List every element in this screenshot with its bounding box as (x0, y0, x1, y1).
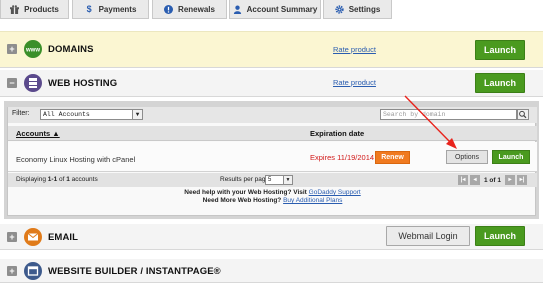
main-tabs: Products $ Payments Renewals Account Sum… (0, 0, 543, 21)
user-icon (233, 5, 242, 14)
rate-product-link-domains[interactable]: Rate product (333, 45, 376, 54)
gear-icon (335, 4, 344, 14)
displaying-count: Displaying 1-1 of 1 accounts (16, 176, 98, 183)
prev-page-icon[interactable]: ◂ (470, 175, 480, 185)
search-button[interactable] (517, 109, 529, 120)
pagination-bar: Displaying 1-1 of 1 accounts Results per… (8, 173, 537, 187)
displaying-prefix: Displaying (16, 176, 48, 183)
filter-select[interactable]: All Accounts ▼ (40, 109, 143, 120)
tab-products[interactable]: Products (0, 0, 69, 19)
page-indicator: 1 of 1 (484, 176, 501, 184)
column-header-expiration: Expiration date (310, 129, 365, 138)
product-row-web-hosting: − WEB HOSTING Rate product Launch (0, 70, 543, 97)
webmail-login-button[interactable]: Webmail Login (386, 226, 470, 246)
filter-bar: Filter: All Accounts ▼ Search by domain (8, 107, 537, 123)
help-line-plans: Need More Web Hosting? Buy Additional Pl… (8, 197, 537, 205)
svg-text:www: www (25, 48, 40, 54)
filter-label: Filter: (12, 110, 30, 117)
server-icon (24, 74, 42, 92)
buy-additional-plans-link[interactable]: Buy Additional Plans (283, 197, 342, 204)
tab-settings[interactable]: Settings (323, 0, 392, 19)
product-title-email: EMAIL (48, 232, 79, 243)
expand-icon[interactable]: + (7, 232, 17, 242)
tab-account-summary-label: Account Summary (246, 4, 318, 14)
expand-icon[interactable]: + (7, 266, 17, 276)
results-per-page-value: 5 (268, 177, 272, 183)
product-title-web-hosting: WEB HOSTING (48, 78, 118, 89)
tab-account-summary[interactable]: Account Summary (229, 0, 321, 19)
help-text: Need help with your Web Hosting? Visit G… (8, 189, 537, 205)
tab-payments[interactable]: $ Payments (72, 0, 149, 19)
help-support-text: Need help with your Web Hosting? Visit (184, 189, 309, 196)
account-name: Economy Linux Hosting with cPanel (16, 155, 136, 164)
table-row: Economy Linux Hosting with cPanel Expire… (8, 142, 537, 172)
product-row-email: + EMAIL Webmail Login Launch (0, 224, 543, 250)
search-input[interactable]: Search by domain (380, 109, 517, 120)
envelope-icon (24, 228, 42, 246)
hosting-accounts-panel: Filter: All Accounts ▼ Search by domain … (4, 101, 539, 219)
last-page-icon[interactable]: ▸| (516, 175, 527, 185)
displaying-of: of (57, 176, 67, 183)
pager: |◂ ◂ 1 of 1 ▸ ▸| (458, 175, 527, 185)
results-per-page-label: Results per page: (220, 176, 271, 183)
displaying-suffix: accounts (69, 176, 98, 183)
next-page-icon[interactable]: ▸ (504, 175, 515, 185)
product-row-website-builder: + WEBSITE BUILDER / INSTANTPAGE® (0, 259, 543, 283)
launch-button-hosting[interactable]: Launch (475, 73, 525, 93)
builder-icon (24, 262, 42, 280)
tab-settings-label: Settings (348, 4, 381, 14)
collapse-icon[interactable]: − (7, 78, 17, 88)
help-line-support: Need help with your Web Hosting? Visit G… (8, 189, 537, 197)
alert-icon (164, 4, 174, 14)
tab-renewals[interactable]: Renewals (152, 0, 227, 19)
filter-select-value: All Accounts (43, 111, 90, 118)
product-title-website-builder: WEBSITE BUILDER / INSTANTPAGE® (48, 266, 221, 277)
results-per-page-select[interactable]: 5 ▼ (265, 175, 293, 185)
options-button[interactable]: Options (446, 150, 488, 164)
launch-button-email[interactable]: Launch (475, 226, 525, 246)
www-icon: www (24, 40, 42, 58)
godaddy-support-link[interactable]: GoDaddy Support (309, 189, 361, 196)
chevron-down-icon: ▼ (283, 176, 292, 184)
displaying-range: 1-1 (47, 176, 58, 183)
tab-products-label: Products (24, 4, 59, 14)
search-icon (519, 110, 527, 119)
product-row-domains: + www DOMAINS Rate product Launch (0, 31, 543, 68)
chevron-down-icon: ▼ (132, 110, 142, 119)
rate-product-link-hosting[interactable]: Rate product (333, 78, 376, 87)
column-header-accounts[interactable]: Accounts ▲ (16, 129, 60, 138)
help-plans-text: Need More Web Hosting? (202, 197, 284, 204)
gift-icon (10, 4, 20, 14)
dollar-icon: $ (86, 4, 92, 14)
launch-button-domains[interactable]: Launch (475, 40, 525, 60)
tab-renewals-label: Renewals (178, 4, 215, 14)
launch-button-account[interactable]: Launch (492, 150, 530, 164)
table-header: Accounts ▲ Expiration date (8, 126, 537, 141)
tab-payments-label: Payments (98, 4, 137, 14)
first-page-icon[interactable]: |◂ (458, 175, 468, 185)
expiration-date: Expires 11/19/2014 (310, 153, 375, 162)
renew-button[interactable]: Renew (375, 151, 410, 164)
product-title-domains: DOMAINS (48, 44, 94, 55)
expand-icon[interactable]: + (7, 44, 17, 54)
